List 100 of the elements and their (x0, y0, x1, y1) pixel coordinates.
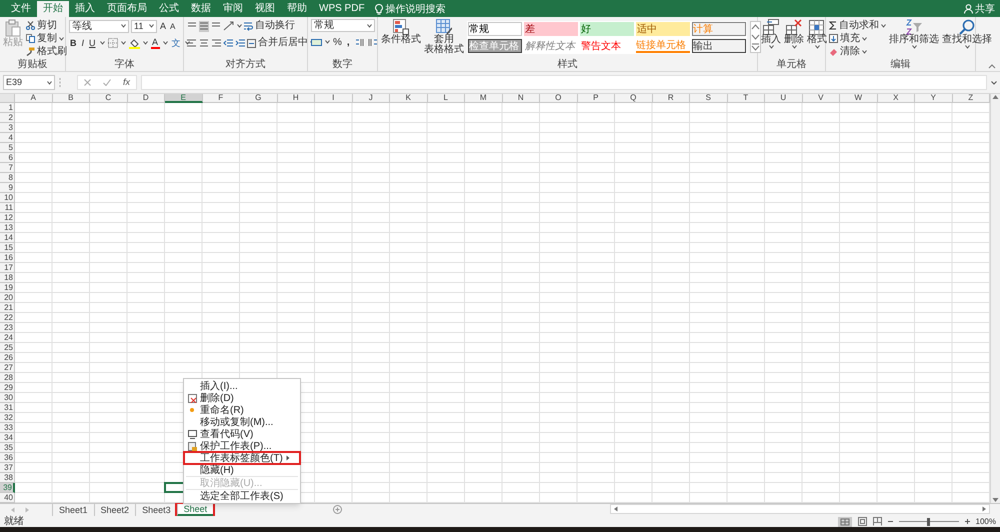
ribbon-tab[interactable]: 数据 (185, 1, 217, 17)
scroll-down-icon[interactable] (751, 32, 760, 42)
fill-button[interactable]: 填充 (829, 32, 886, 45)
cell-grid[interactable] (15, 103, 990, 503)
expand-formula-icon[interactable] (991, 80, 997, 84)
font-size-dropdown[interactable]: 11 (131, 20, 157, 32)
row-header[interactable]: 39 (0, 483, 15, 493)
vertical-scrollbar[interactable] (990, 94, 1000, 503)
sheet-tab[interactable]: Sheet (176, 504, 214, 516)
column-header[interactable]: K (390, 94, 428, 103)
conditional-formatting-button[interactable]: 条件格式 (381, 19, 421, 45)
cells-insert-button[interactable]: 插入 (761, 19, 781, 49)
row-header[interactable]: 6 (0, 153, 15, 163)
column-header[interactable]: G (240, 94, 278, 103)
row-header[interactable]: 34 (0, 433, 15, 443)
column-header[interactable]: N (502, 94, 540, 103)
row-header[interactable]: 28 (0, 373, 15, 383)
column-header[interactable]: S (690, 94, 728, 103)
normal-view-icon[interactable] (838, 516, 852, 526)
row-header[interactable]: 16 (0, 253, 15, 263)
shrink-font-button[interactable]: A (169, 20, 176, 32)
row-header[interactable]: 4 (0, 133, 15, 143)
caret-icon[interactable] (792, 45, 796, 49)
caret-icon[interactable] (367, 24, 372, 28)
row-header[interactable]: 35 (0, 443, 15, 453)
column-header[interactable]: Y (915, 94, 952, 103)
menu-item[interactable]: 选定全部工作表(S) (184, 490, 300, 502)
menu-item[interactable]: 删除(D) (184, 392, 300, 404)
cell-style[interactable]: 输出 (692, 39, 746, 53)
caret-icon[interactable] (184, 41, 190, 45)
align-center-icon[interactable] (199, 38, 209, 48)
row-header[interactable]: 17 (0, 263, 15, 273)
insert-function-button[interactable]: fx (122, 77, 130, 88)
column-header[interactable]: L (428, 94, 465, 103)
caret-icon[interactable] (121, 24, 126, 28)
row-header[interactable]: 21 (0, 303, 15, 313)
row-header[interactable]: 30 (0, 393, 15, 403)
caret-icon[interactable] (912, 45, 916, 49)
sort-filter-button[interactable]: 排序和筛选 (889, 19, 939, 49)
cells-format-button[interactable]: 格式 (807, 19, 827, 49)
caret-icon[interactable] (237, 24, 242, 28)
caret-icon[interactable] (120, 41, 126, 45)
column-header[interactable]: W (840, 94, 878, 103)
row-header[interactable]: 40 (0, 493, 15, 503)
check-icon[interactable] (102, 79, 111, 86)
caret-icon[interactable] (862, 36, 867, 40)
menu-item[interactable]: 工作表标签颜色(T) (184, 452, 300, 464)
row-header[interactable]: 31 (0, 403, 15, 413)
comma-button[interactable]: , (344, 36, 352, 48)
cell-style[interactable]: 好 (580, 22, 634, 36)
copy-button[interactable]: 复制 (26, 32, 67, 45)
menu-item[interactable]: 移动或复制(M)... (184, 416, 300, 428)
row-header[interactable]: 25 (0, 343, 15, 353)
column-header[interactable]: M (465, 94, 502, 103)
page-break-icon[interactable] (872, 517, 882, 526)
row-header[interactable]: 7 (0, 163, 15, 173)
menu-item[interactable]: 插入(I)... (184, 380, 300, 392)
caret-icon[interactable] (768, 45, 774, 49)
column-header[interactable]: D (128, 94, 165, 103)
caret-icon[interactable] (964, 45, 970, 49)
ribbon-tab[interactable]: WPS PDF (313, 1, 371, 17)
currency-icon[interactable] (311, 38, 322, 46)
ribbon-tab[interactable]: 文件 (5, 1, 37, 17)
cut-button[interactable]: 剪切 (26, 19, 67, 32)
font-name-dropdown[interactable]: 等线 (69, 20, 129, 32)
more-styles-icon[interactable] (751, 42, 760, 52)
zoom-slider[interactable] (898, 518, 959, 526)
horizontal-scrollbar[interactable] (610, 504, 990, 514)
number-format-dropdown[interactable]: 常规 (311, 19, 375, 32)
column-header[interactable]: J (352, 94, 390, 103)
zoom-level[interactable]: 100% (976, 517, 996, 526)
caret-icon[interactable] (100, 41, 105, 45)
caret-icon[interactable] (881, 24, 886, 28)
align-middle-icon[interactable] (199, 20, 209, 32)
underline-button[interactable]: U (88, 38, 97, 48)
tell-me-search[interactable]: 操作说明搜索 (374, 1, 446, 17)
row-header[interactable]: 11 (0, 203, 15, 213)
row-header[interactable]: 8 (0, 173, 15, 183)
ribbon-tab[interactable]: 审阅 (217, 1, 249, 17)
row-header[interactable]: 12 (0, 213, 15, 223)
row-header[interactable]: 13 (0, 223, 15, 233)
decrease-indent-icon[interactable] (223, 38, 233, 48)
zoom-out-icon[interactable] (888, 519, 893, 524)
scroll-up-icon[interactable] (751, 22, 760, 32)
ribbon-tab[interactable]: 视图 (249, 1, 281, 17)
find-select-button[interactable]: 查找和选择 (942, 19, 992, 49)
caret-icon[interactable] (59, 36, 64, 40)
row-header[interactable]: 36 (0, 453, 15, 463)
row-header[interactable]: 14 (0, 233, 15, 243)
fill-color-icon[interactable] (128, 38, 140, 48)
row-header[interactable]: 32 (0, 413, 15, 423)
column-header[interactable]: B (52, 94, 90, 103)
row-header[interactable]: 15 (0, 243, 15, 253)
ribbon-tab[interactable]: 公式 (153, 1, 185, 17)
row-header[interactable]: 38 (0, 473, 15, 483)
row-header[interactable]: 10 (0, 193, 15, 203)
align-left-icon[interactable] (187, 38, 197, 48)
caret-icon[interactable] (325, 40, 330, 44)
border-icon[interactable] (108, 38, 118, 48)
ribbon-tab[interactable]: 开始 (37, 1, 69, 17)
